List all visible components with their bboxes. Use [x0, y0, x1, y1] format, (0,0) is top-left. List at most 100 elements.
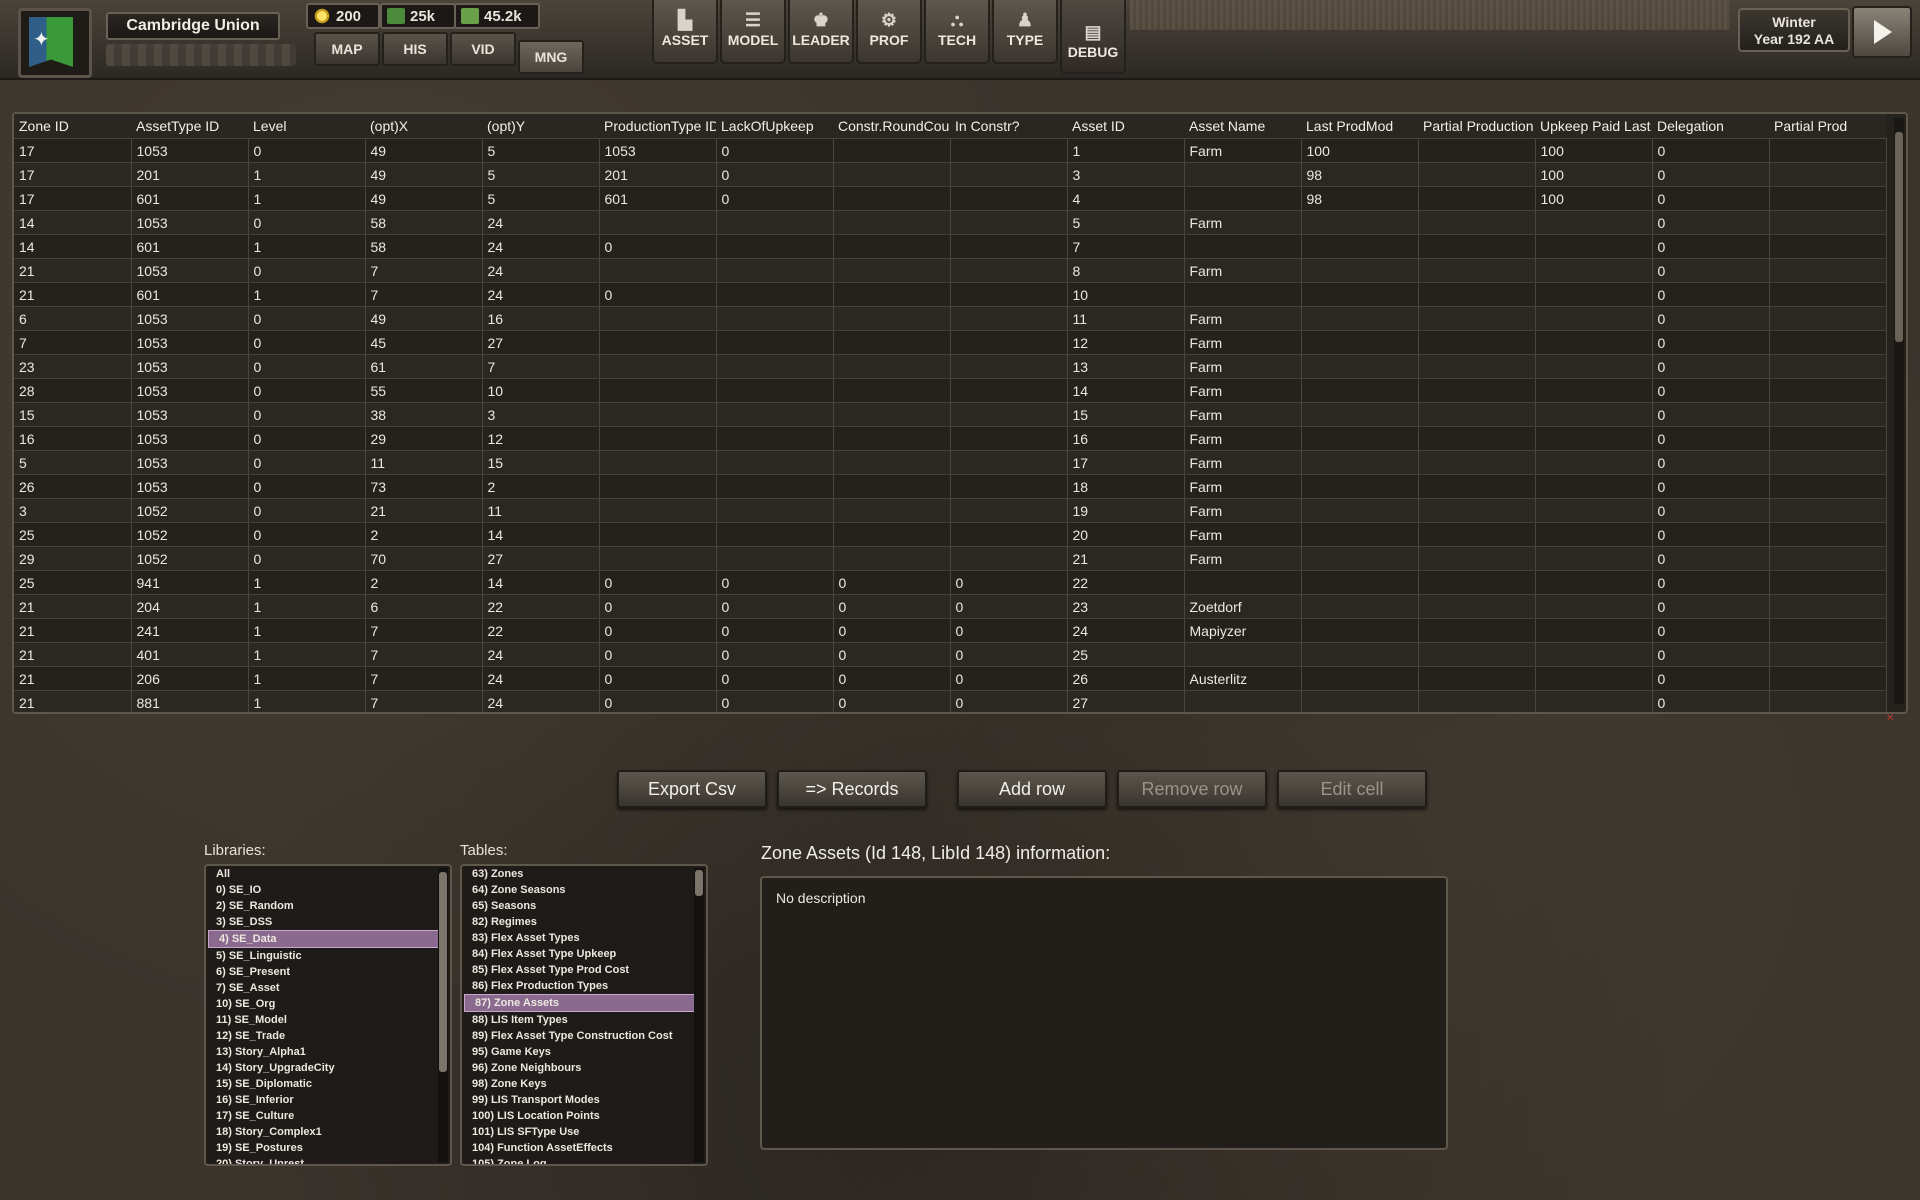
table-cell[interactable]: 11: [365, 450, 483, 475]
table-cell[interactable]: Zoetdorf: [1184, 594, 1302, 619]
table-cell[interactable]: [833, 522, 951, 547]
table-row[interactable]: 21 204 1 6 22 0 0 0 0 23 Zoetdorf 0: [14, 594, 1887, 619]
table-cell[interactable]: [1301, 666, 1419, 691]
tables-list-item[interactable]: 86) Flex Production Types: [462, 978, 706, 994]
table-cell[interactable]: 14: [1067, 378, 1185, 403]
table-cell[interactable]: 0: [1652, 138, 1770, 163]
tables-list-item[interactable]: 101) LIS SFType Use: [462, 1124, 706, 1140]
table-cell[interactable]: [950, 186, 1068, 211]
table-cell[interactable]: 0: [1652, 618, 1770, 643]
table-cell[interactable]: Farm: [1184, 474, 1302, 499]
table-cell[interactable]: Farm: [1184, 210, 1302, 235]
table-row[interactable]: 26 1053 0 73 2 18 Farm 0: [14, 474, 1887, 499]
table-cell[interactable]: [1769, 234, 1887, 259]
table-cell[interactable]: [1769, 450, 1887, 475]
table-cell[interactable]: [1301, 522, 1419, 547]
table-cell[interactable]: [950, 282, 1068, 307]
table-cell[interactable]: [599, 426, 717, 451]
table-cell[interactable]: [833, 426, 951, 451]
table-cell[interactable]: 21: [14, 690, 132, 712]
table-row[interactable]: 21 1053 0 7 24 8 Farm 0: [14, 258, 1887, 283]
table-cell[interactable]: 4: [1067, 186, 1185, 211]
table-row[interactable]: 21 241 1 7 22 0 0 0 0 24 Mapiyzer 0: [14, 618, 1887, 643]
table-cell[interactable]: 0: [599, 642, 717, 667]
table-cell[interactable]: [599, 402, 717, 427]
table-cell[interactable]: 6: [365, 594, 483, 619]
table-cell[interactable]: 8: [1067, 258, 1185, 283]
table-cell[interactable]: [1418, 618, 1536, 643]
table-cell[interactable]: [1769, 474, 1887, 499]
table-cell[interactable]: 98: [1301, 186, 1419, 211]
table-cell[interactable]: 49: [365, 138, 483, 163]
table-cell[interactable]: [1769, 690, 1887, 712]
table-cell[interactable]: 3: [14, 498, 132, 523]
table-row[interactable]: 3 1052 0 21 11 19 Farm 0: [14, 498, 1887, 523]
table-cell[interactable]: 21: [365, 498, 483, 523]
table-cell[interactable]: 241: [131, 618, 249, 643]
tables-list-item[interactable]: 63) Zones: [462, 866, 706, 882]
table-cell[interactable]: [716, 522, 834, 547]
tables-list-item[interactable]: 98) Zone Keys: [462, 1076, 706, 1092]
table-cell[interactable]: 601: [131, 186, 249, 211]
table-cell[interactable]: [1418, 474, 1536, 499]
table-cell[interactable]: 24: [1067, 618, 1185, 643]
table-cell[interactable]: 2: [482, 474, 600, 499]
table-cell[interactable]: [1301, 258, 1419, 283]
table-cell[interactable]: [833, 210, 951, 235]
table-cell[interactable]: 7: [1067, 234, 1185, 259]
table-cell[interactable]: [1418, 186, 1536, 211]
table-cell[interactable]: 201: [131, 162, 249, 187]
table-cell[interactable]: [950, 210, 1068, 235]
tool-debug-button[interactable]: ▤ DEBUG: [1060, 0, 1126, 74]
table-cell[interactable]: 7: [365, 642, 483, 667]
table-cell[interactable]: [1184, 690, 1302, 712]
table-cell[interactable]: [1301, 690, 1419, 712]
table-cell[interactable]: [716, 354, 834, 379]
table-cell[interactable]: [716, 378, 834, 403]
table-cell[interactable]: 0: [1652, 690, 1770, 712]
table-cell[interactable]: 100: [1535, 186, 1653, 211]
column-header[interactable]: (opt)X: [365, 114, 482, 139]
table-cell[interactable]: 98: [1301, 162, 1419, 187]
column-header[interactable]: Zone ID: [14, 114, 131, 139]
table-cell[interactable]: [1418, 354, 1536, 379]
table-cell[interactable]: [1184, 642, 1302, 667]
table-cell[interactable]: 0: [716, 642, 834, 667]
table-cell[interactable]: [950, 354, 1068, 379]
table-cell[interactable]: 45: [365, 330, 483, 355]
table-row[interactable]: 21 881 1 7 24 0 0 0 0 27 0: [14, 690, 1887, 712]
column-header[interactable]: AssetType ID: [131, 114, 248, 139]
table-cell[interactable]: 0: [1652, 234, 1770, 259]
column-header[interactable]: (opt)Y: [482, 114, 599, 139]
table-cell[interactable]: Farm: [1184, 258, 1302, 283]
table-cell[interactable]: [716, 498, 834, 523]
table-cell[interactable]: Farm: [1184, 306, 1302, 331]
table-cell[interactable]: [950, 474, 1068, 499]
tables-list-item[interactable]: 82) Regimes: [462, 914, 706, 930]
table-cell[interactable]: [1418, 162, 1536, 187]
table-cell[interactable]: [833, 234, 951, 259]
table-cell[interactable]: 7: [365, 258, 483, 283]
table-cell[interactable]: [950, 258, 1068, 283]
table-cell[interactable]: [1535, 666, 1653, 691]
tab-his[interactable]: HIS: [382, 32, 448, 66]
table-cell[interactable]: [1301, 474, 1419, 499]
table-cell[interactable]: 17: [14, 138, 132, 163]
table-cell[interactable]: 0: [1652, 546, 1770, 571]
table-cell[interactable]: 0: [599, 690, 717, 712]
column-header[interactable]: Asset ID: [1067, 114, 1184, 139]
table-cell[interactable]: [1301, 354, 1419, 379]
tables-list-item[interactable]: 89) Flex Asset Type Construction Cost: [462, 1028, 706, 1044]
table-cell[interactable]: [1301, 378, 1419, 403]
table-cell[interactable]: 1053: [131, 474, 249, 499]
table-cell[interactable]: [950, 426, 1068, 451]
libraries-list-item[interactable]: 6) SE_Present: [206, 964, 450, 980]
table-cell[interactable]: [716, 546, 834, 571]
table-cell[interactable]: [1184, 186, 1302, 211]
table-cell[interactable]: 21: [14, 642, 132, 667]
export-csv-button[interactable]: Export Csv: [617, 770, 767, 808]
table-cell[interactable]: [1535, 522, 1653, 547]
table-cell[interactable]: 3: [1067, 162, 1185, 187]
table-cell[interactable]: 1: [248, 162, 366, 187]
column-header[interactable]: Partial Prod: [1769, 114, 1886, 139]
